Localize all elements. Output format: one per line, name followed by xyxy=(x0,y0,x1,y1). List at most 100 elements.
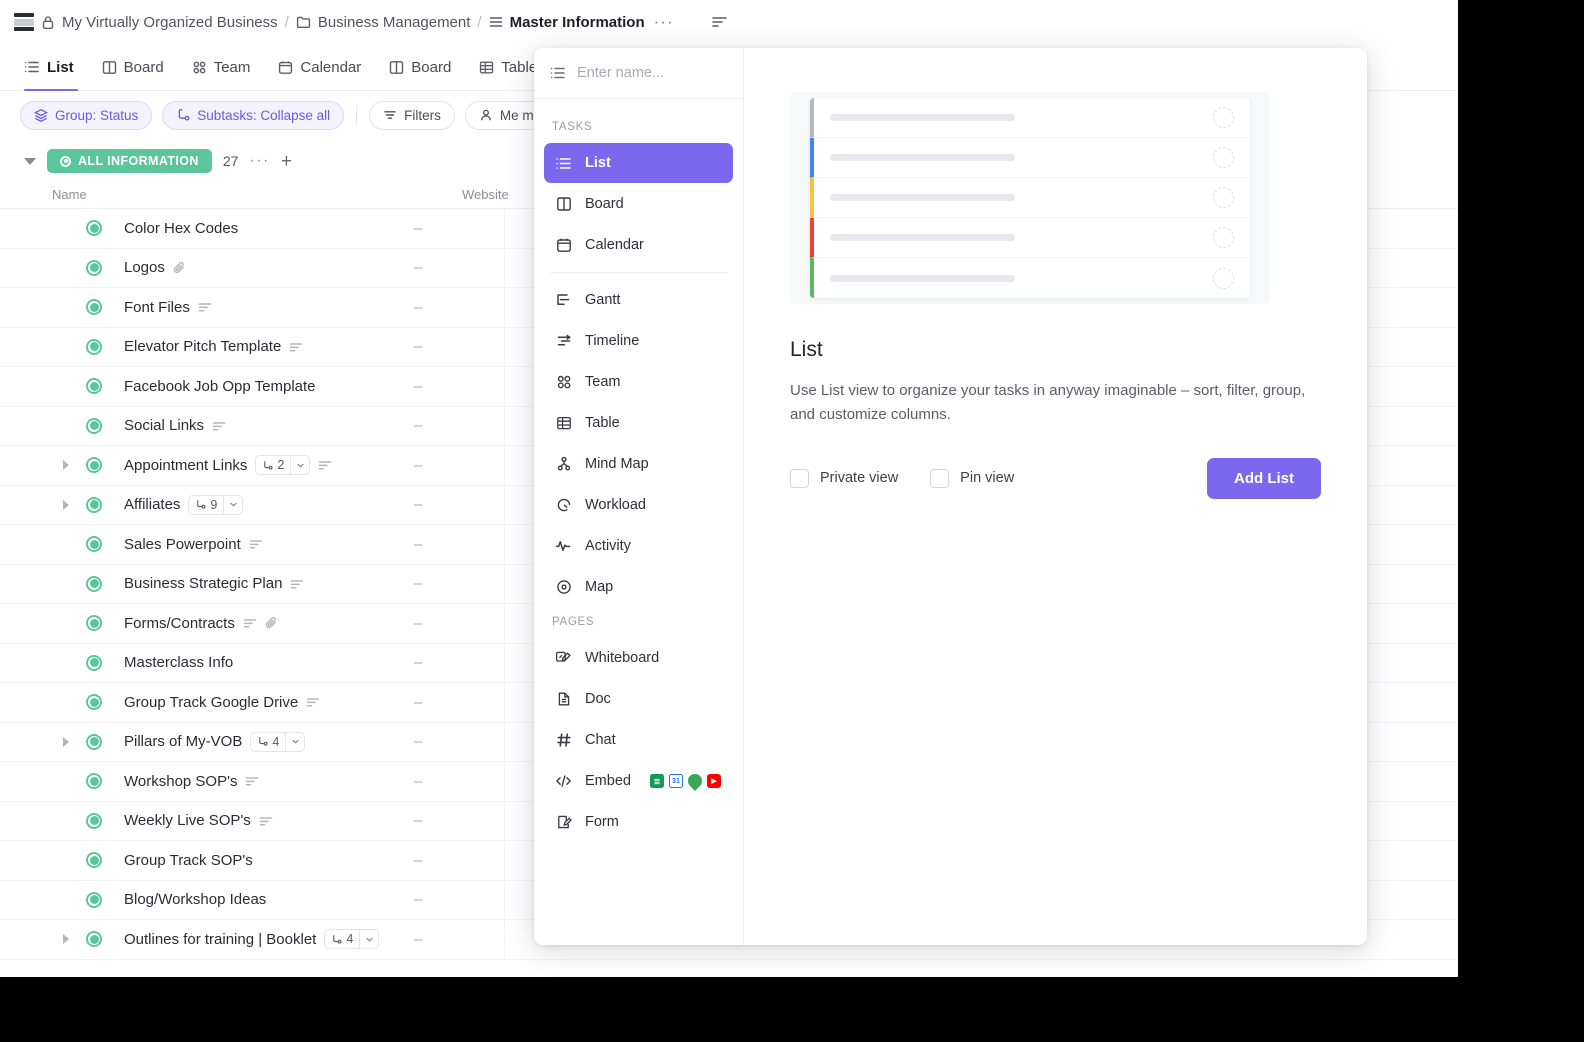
caret-down-icon[interactable] xyxy=(24,157,36,165)
breadcrumb-more-button[interactable]: ··· xyxy=(652,12,676,32)
expand-subtasks-caret-icon[interactable] xyxy=(63,460,69,471)
status-dot-icon[interactable] xyxy=(86,694,102,711)
view-menu-scroll[interactable]: TASKS List Board Calendar Gantt Timeline Team T… xyxy=(534,99,743,945)
menu-item-gantt[interactable]: Gantt xyxy=(544,280,733,320)
group-add-task-button[interactable]: + xyxy=(281,152,292,171)
status-dot-icon[interactable] xyxy=(86,733,102,750)
status-dot-icon[interactable] xyxy=(86,575,102,592)
row-name-cell[interactable]: Group Track Google Drive xyxy=(4,694,414,711)
menu-item-list[interactable]: List xyxy=(544,143,733,183)
private-view-option[interactable]: Private view xyxy=(790,468,898,488)
menu-item-map[interactable]: Map xyxy=(544,567,733,607)
row-name-cell[interactable]: Color Hex Codes xyxy=(4,220,414,237)
row-name-cell[interactable]: Sales Powerpoint xyxy=(4,536,414,553)
status-dot-icon[interactable] xyxy=(86,891,102,908)
expand-subtasks-caret-icon[interactable] xyxy=(63,499,69,510)
breadcrumb-workspace[interactable]: My Virtually Organized Business xyxy=(62,14,278,31)
chip-group-status[interactable]: Group: Status xyxy=(20,100,153,130)
cell-website[interactable]: – xyxy=(414,378,504,395)
cell-website[interactable]: – xyxy=(414,338,504,355)
status-dot-icon[interactable] xyxy=(86,299,102,316)
menu-item-calendar[interactable]: Calendar xyxy=(544,225,733,265)
status-dot-icon[interactable] xyxy=(86,536,102,553)
tab-team[interactable]: Team xyxy=(178,44,265,90)
menu-item-embed[interactable]: Embed ≣ 31 ▶ xyxy=(544,761,733,801)
menu-item-workload[interactable]: Workload xyxy=(544,485,733,525)
menu-item-chat[interactable]: Chat xyxy=(544,720,733,760)
chevron-down-icon[interactable] xyxy=(285,732,304,751)
status-dot-icon[interactable] xyxy=(86,378,102,395)
row-name-cell[interactable]: Business Strategic Plan xyxy=(4,575,414,592)
cell-website[interactable]: – xyxy=(414,891,504,908)
subtask-count-badge[interactable]: 9 xyxy=(188,494,244,515)
cell-website[interactable]: – xyxy=(414,852,504,869)
row-name-cell[interactable]: Group Track SOP's xyxy=(4,852,414,869)
status-dot-icon[interactable] xyxy=(86,654,102,671)
add-view-button[interactable]: Add List xyxy=(1207,457,1321,499)
status-badge[interactable]: ALL INFORMATION xyxy=(47,149,212,173)
status-dot-icon[interactable] xyxy=(86,773,102,790)
cell-website[interactable]: – xyxy=(414,457,504,474)
cell-website[interactable]: – xyxy=(414,694,504,711)
status-dot-icon[interactable] xyxy=(86,812,102,829)
menu-item-board[interactable]: Board xyxy=(544,184,733,224)
row-name-cell[interactable]: Blog/Workshop Ideas xyxy=(4,891,414,908)
pin-view-checkbox[interactable] xyxy=(930,468,950,488)
menu-item-table[interactable]: Table xyxy=(544,403,733,443)
expand-subtasks-caret-icon[interactable] xyxy=(63,934,69,945)
chip-subtasks[interactable]: Subtasks: Collapse all xyxy=(162,100,345,130)
status-dot-icon[interactable] xyxy=(86,852,102,869)
column-header-name[interactable]: Name xyxy=(52,187,462,202)
status-dot-icon[interactable] xyxy=(86,457,102,474)
tab-board-1[interactable]: Board xyxy=(88,44,178,90)
row-name-cell[interactable]: Forms/Contracts xyxy=(4,615,414,632)
private-view-checkbox[interactable] xyxy=(790,468,809,488)
status-dot-icon[interactable] xyxy=(86,931,102,948)
row-name-cell[interactable]: Social Links xyxy=(4,417,414,434)
menu-item-mind-map[interactable]: Mind Map xyxy=(544,444,733,484)
cell-website[interactable]: – xyxy=(414,773,504,790)
menu-item-team[interactable]: Team xyxy=(544,362,733,402)
pin-view-option[interactable]: Pin view xyxy=(930,468,1014,488)
cell-website[interactable]: – xyxy=(414,812,504,829)
chevron-down-icon[interactable] xyxy=(290,456,309,475)
expand-subtasks-caret-icon[interactable] xyxy=(63,736,69,747)
status-dot-icon[interactable] xyxy=(86,338,102,355)
status-dot-icon[interactable] xyxy=(86,496,102,513)
breadcrumb-current-view[interactable]: Master Information xyxy=(510,14,645,31)
cell-website[interactable]: – xyxy=(414,496,504,513)
chip-filters[interactable]: Filters xyxy=(369,100,455,130)
cell-website[interactable]: – xyxy=(414,259,504,276)
cell-website[interactable]: – xyxy=(414,575,504,592)
row-name-cell[interactable]: Logos xyxy=(4,259,414,276)
row-name-cell[interactable]: Elevator Pitch Template xyxy=(4,338,414,355)
chevron-down-icon[interactable] xyxy=(359,930,378,949)
status-dot-icon[interactable] xyxy=(86,259,102,276)
status-dot-icon[interactable] xyxy=(86,417,102,434)
cell-website[interactable]: – xyxy=(414,931,504,948)
view-name-field[interactable]: Enter name... xyxy=(534,48,743,99)
subtask-count-badge[interactable]: 4 xyxy=(324,929,380,950)
breadcrumb-folder[interactable]: Business Management xyxy=(318,14,471,31)
chevron-down-icon[interactable] xyxy=(223,495,242,514)
menu-item-timeline[interactable]: Timeline xyxy=(544,321,733,361)
cell-website[interactable]: – xyxy=(414,299,504,316)
menu-item-activity[interactable]: Activity xyxy=(544,526,733,566)
sort-lines-icon[interactable] xyxy=(711,15,728,29)
row-name-cell[interactable]: Masterclass Info xyxy=(4,654,414,671)
subtask-count-badge[interactable]: 2 xyxy=(255,455,311,476)
menu-item-doc[interactable]: Doc xyxy=(544,679,733,719)
subtask-count-badge[interactable]: 4 xyxy=(250,731,306,752)
status-dot-icon[interactable] xyxy=(86,615,102,632)
cell-website[interactable]: – xyxy=(414,615,504,632)
cell-website[interactable]: – xyxy=(414,654,504,671)
group-more-button[interactable]: ··· xyxy=(249,152,269,170)
cell-website[interactable]: – xyxy=(414,733,504,750)
row-name-cell[interactable]: Workshop SOP's xyxy=(4,773,414,790)
status-dot-icon[interactable] xyxy=(86,220,102,237)
cell-website[interactable]: – xyxy=(414,417,504,434)
tab-list[interactable]: List xyxy=(20,44,88,91)
menu-item-form[interactable]: Form xyxy=(544,802,733,842)
menu-item-whiteboard[interactable]: Whiteboard xyxy=(544,638,733,678)
cell-website[interactable]: – xyxy=(414,536,504,553)
